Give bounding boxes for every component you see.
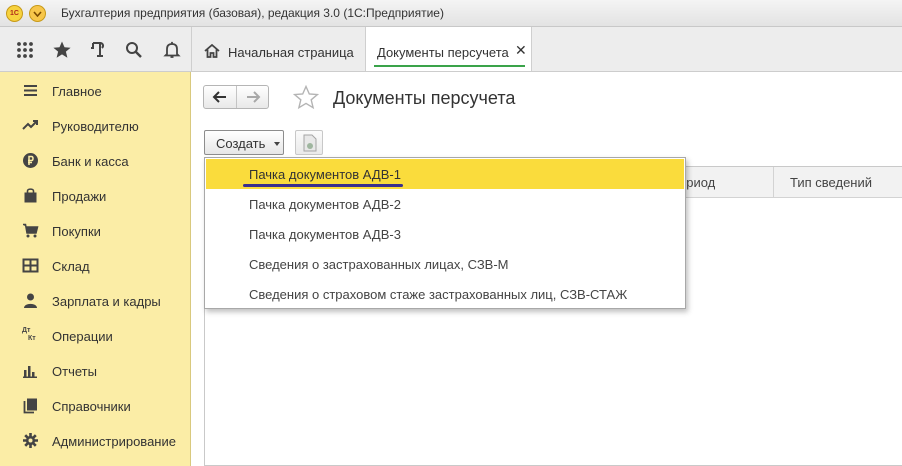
menu-item-label: Пачка документов АДВ-1 xyxy=(249,167,401,182)
books-icon xyxy=(22,397,39,414)
create-button[interactable]: Создать xyxy=(204,130,284,155)
sidebar-item-label: Продажи xyxy=(52,189,107,204)
forward-button[interactable] xyxy=(237,86,269,108)
sidebar-item-bank[interactable]: Банк и касса xyxy=(0,143,190,178)
trend-icon xyxy=(22,117,39,134)
sidebar: Главное Руководителю Банк и касса Продаж… xyxy=(0,72,191,466)
create-dropdown-menu: Пачка документов АДВ-1 Пачка документов … xyxy=(204,157,686,309)
sidebar-item-administration[interactable]: Администрирование xyxy=(0,423,190,458)
cart-icon xyxy=(22,222,39,239)
sidebar-item-label: Банк и касса xyxy=(52,154,129,169)
chevron-down-icon xyxy=(33,11,42,17)
window-title-bar: 1С Бухгалтерия предприятия (базовая), ре… xyxy=(0,0,902,27)
favorite-star-icon[interactable] xyxy=(292,84,320,113)
menu-item-szv-stazh[interactable]: Сведения о страховом стаже застрахованны… xyxy=(206,279,684,309)
arrow-left-icon xyxy=(212,91,226,103)
annotation-underline xyxy=(243,184,403,187)
menu-item-adv3[interactable]: Пачка документов АДВ-3 xyxy=(206,219,684,249)
tab-documents[interactable]: Документы персучета ✕ xyxy=(366,27,532,71)
star-icon[interactable] xyxy=(52,40,72,60)
sidebar-item-label: Склад xyxy=(52,259,90,274)
bell-icon[interactable] xyxy=(162,40,182,60)
sidebar-item-main[interactable]: Главное xyxy=(0,73,190,108)
shopping-bag-icon xyxy=(22,187,39,204)
main-menu-button[interactable] xyxy=(29,5,46,22)
sidebar-item-label: Зарплата и кадры xyxy=(52,294,161,309)
sidebar-item-label: Справочники xyxy=(52,399,131,414)
sidebar-item-sales[interactable]: Продажи xyxy=(0,178,190,213)
ruble-icon xyxy=(22,152,39,169)
sidebar-item-salary[interactable]: Зарплата и кадры xyxy=(0,283,190,318)
warehouse-grid-icon xyxy=(22,257,39,274)
document-icon xyxy=(303,134,317,152)
sidebar-item-label: Покупки xyxy=(52,224,101,239)
search-icon[interactable] xyxy=(124,40,144,60)
history-icon[interactable] xyxy=(88,40,108,60)
sidebar-item-label: Главное xyxy=(52,84,102,99)
menu-item-label: Сведения о страховом стаже застрахованны… xyxy=(249,287,628,302)
create-button-label: Создать xyxy=(216,136,266,151)
top-bar: Начальная страница Документы персучета ✕ xyxy=(0,27,902,72)
column-header-info-type[interactable]: Тип сведений xyxy=(790,175,872,190)
sidebar-item-purchases[interactable]: Покупки xyxy=(0,213,190,248)
menu-item-label: Пачка документов АДВ-3 xyxy=(249,227,401,242)
tab-home-label: Начальная страница xyxy=(228,45,354,60)
sidebar-item-reports[interactable]: Отчеты xyxy=(0,353,190,388)
app-logo: 1С xyxy=(6,5,23,22)
sidebar-item-warehouse[interactable]: Склад xyxy=(0,248,190,283)
sidebar-item-label: Руководителю xyxy=(52,119,139,134)
sidebar-item-label: Отчеты xyxy=(52,364,97,379)
menu-item-adv2[interactable]: Пачка документов АДВ-2 xyxy=(206,189,684,219)
sidebar-item-directories[interactable]: Справочники xyxy=(0,388,190,423)
column-separator xyxy=(773,167,774,197)
bar-chart-icon xyxy=(22,362,39,379)
tab-documents-label: Документы персучета xyxy=(377,45,509,60)
toolbar xyxy=(0,27,192,71)
sidebar-item-manager[interactable]: Руководителю xyxy=(0,108,190,143)
debit-credit-icon: Дт Кт xyxy=(22,327,39,344)
menu-item-label: Сведения о застрахованных лицах, СЗВ-М xyxy=(249,257,509,272)
menu-item-label: Пачка документов АДВ-2 xyxy=(249,197,401,212)
page-title: Документы персучета xyxy=(333,88,516,108)
document-button[interactable] xyxy=(295,130,323,155)
sidebar-item-operations[interactable]: Дт Кт Операции xyxy=(0,318,190,353)
credit-label: Кт xyxy=(28,335,36,342)
dropdown-arrow-icon xyxy=(274,142,280,146)
sidebar-item-label: Администрирование xyxy=(52,434,176,449)
debit-label: Дт xyxy=(22,327,31,334)
home-icon xyxy=(204,43,220,61)
sidebar-item-label: Операции xyxy=(52,329,113,344)
person-icon xyxy=(22,292,39,309)
arrow-right-icon xyxy=(247,91,261,103)
apps-grid-icon[interactable] xyxy=(15,40,35,60)
menu-lines-icon xyxy=(22,82,39,99)
back-button[interactable] xyxy=(204,86,236,108)
gear-icon xyxy=(22,432,39,449)
window-title: Бухгалтерия предприятия (базовая), редак… xyxy=(61,6,444,20)
close-icon[interactable]: ✕ xyxy=(515,43,527,57)
navigation-buttons xyxy=(203,85,269,109)
menu-item-szv-m[interactable]: Сведения о застрахованных лицах, СЗВ-М xyxy=(206,249,684,279)
active-tab-indicator xyxy=(374,65,525,67)
tab-home[interactable]: Начальная страница xyxy=(192,27,366,71)
